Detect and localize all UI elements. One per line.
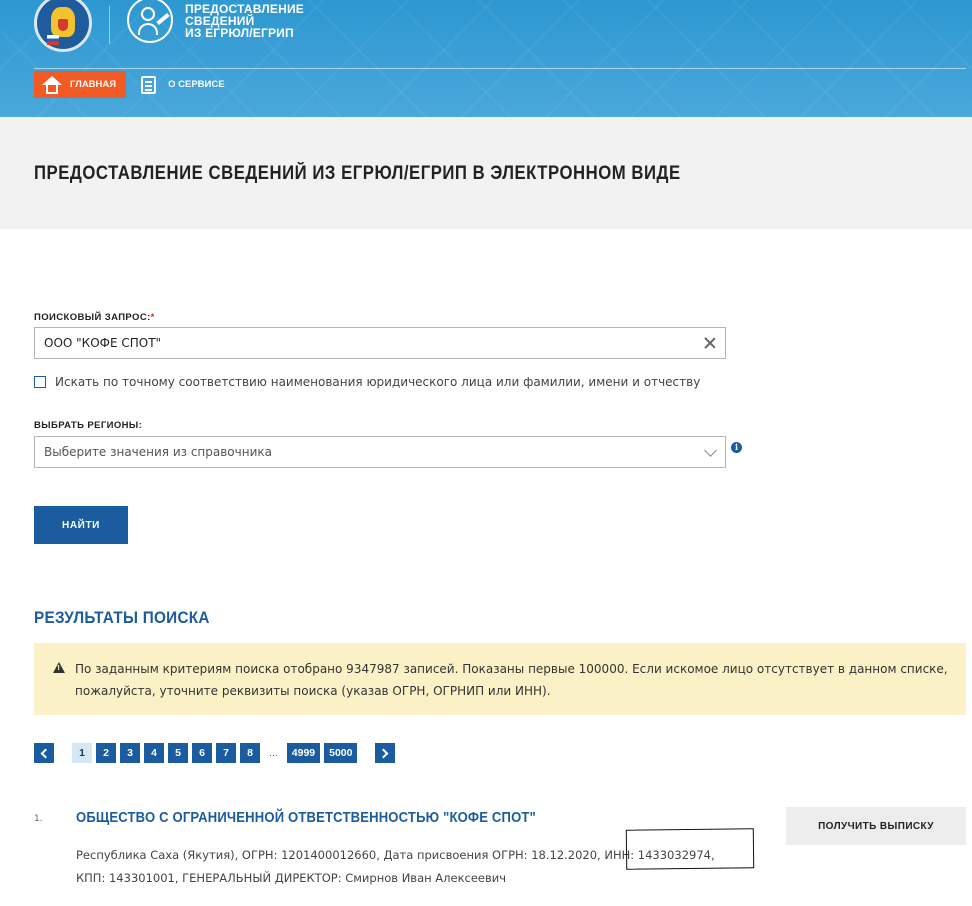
info-icon[interactable]: i (731, 442, 742, 453)
page-button-7[interactable]: 7 (216, 743, 236, 763)
page-button-3[interactable]: 3 (120, 743, 140, 763)
regions-select[interactable]: Выберите значения из справочника (34, 436, 726, 468)
service-title-line: ИЗ ЕГРЮЛ/ЕГРИП (185, 26, 294, 40)
result-details: Республика Саха (Якутия), ОГРН: 12014000… (76, 844, 766, 890)
page-button-5[interactable]: 5 (168, 743, 188, 763)
exact-match-label[interactable]: Искать по точному соответствию наименова… (55, 375, 700, 389)
close-icon[interactable] (703, 336, 717, 350)
page-button-2[interactable]: 2 (96, 743, 116, 763)
home-icon (42, 75, 62, 94)
shield-icon (58, 19, 68, 31)
page-button-8[interactable]: 8 (240, 743, 260, 763)
search-input[interactable] (35, 328, 695, 358)
search-field (34, 327, 726, 359)
regions-label: ВЫБРАТЬ РЕГИОНЫ: (34, 420, 143, 431)
nav-home-label: ГЛАВНАЯ (70, 79, 117, 90)
nav-about-link[interactable]: О СЕРВИСЕ (126, 71, 234, 98)
next-page-button[interactable] (375, 743, 396, 763)
chevron-left-icon (40, 748, 51, 758)
warning-text: По заданным критериям поиска отобрано 93… (75, 662, 948, 698)
document-icon (141, 75, 157, 94)
query-label-text: ПОИСКОВЫЙ ЗАПРОС: (34, 312, 151, 323)
chevron-down-icon[interactable] (704, 444, 717, 457)
pagination-ellipsis: ... (269, 747, 278, 759)
exact-match-checkbox[interactable] (34, 376, 46, 388)
header-divider (109, 6, 110, 44)
required-mark: * (150, 312, 155, 323)
header-rule (34, 68, 966, 69)
page-button-1[interactable]: 1 (72, 743, 92, 763)
result-details-line: КПП: 143301001, ГЕНЕРАЛЬНЫЙ ДИРЕКТОР: См… (76, 871, 507, 885)
query-label: ПОИСКОВЫЙ ЗАПРОС:* (34, 312, 155, 323)
warning-icon (53, 662, 65, 673)
prev-page-button[interactable] (34, 743, 54, 763)
nav-about-label: О СЕРВИСЕ (168, 79, 225, 90)
service-title[interactable]: ПРЕДОСТАВЛЕНИЕ СВЕДЕНИЙ ИЗ ЕГРЮЛ/ЕГРИП (185, 3, 355, 39)
find-button[interactable]: НАЙТИ (34, 506, 128, 544)
regions-placeholder: Выберите значения из справочника (44, 445, 272, 459)
page-title: ПРЕДОСТАВЛЕНИЕ СВЕДЕНИЙ ИЗ ЕГРЮЛ/ЕГРИП В… (34, 163, 681, 184)
exact-match-option: Искать по точному соответствию наименова… (34, 375, 700, 389)
get-extract-button[interactable]: ПОЛУЧИТЬ ВЫПИСКУ (786, 807, 966, 845)
nav-home-link[interactable]: ГЛАВНАЯ (34, 71, 127, 98)
pagination: 1 2 3 4 5 6 7 8 ... 4999 5000 (34, 743, 399, 763)
results-title: РЕЗУЛЬТАТЫ ПОИСКА (34, 608, 210, 627)
result-details-line: Республика Саха (Якутия), ОГРН: 12014000… (76, 848, 715, 862)
site-header: ПРЕДОСТАВЛЕНИЕ СВЕДЕНИЙ ИЗ ЕГРЮЛ/ЕГРИП Г… (0, 0, 972, 117)
main-nav: ГЛАВНАЯ О СЕРВИСЕ (34, 71, 235, 98)
result-number: 1. (34, 814, 43, 824)
page-button-5000[interactable]: 5000 (324, 743, 358, 763)
page-banner: ПРЕДОСТАВЛЕНИЕ СВЕДЕНИЙ ИЗ ЕГРЮЛ/ЕГРИП В… (0, 117, 972, 229)
chevron-right-icon (379, 748, 389, 758)
results-warning: По заданным критериям поиска отобрано 93… (34, 643, 966, 715)
flag-icon (47, 35, 59, 45)
page-button-4999[interactable]: 4999 (286, 743, 321, 763)
result-name-link[interactable]: ОБЩЕСТВО С ОГРАНИЧЕННОЙ ОТВЕТСТВЕННОСТЬЮ… (76, 810, 536, 826)
page-button-4[interactable]: 4 (144, 743, 164, 763)
page-button-6[interactable]: 6 (192, 743, 212, 763)
